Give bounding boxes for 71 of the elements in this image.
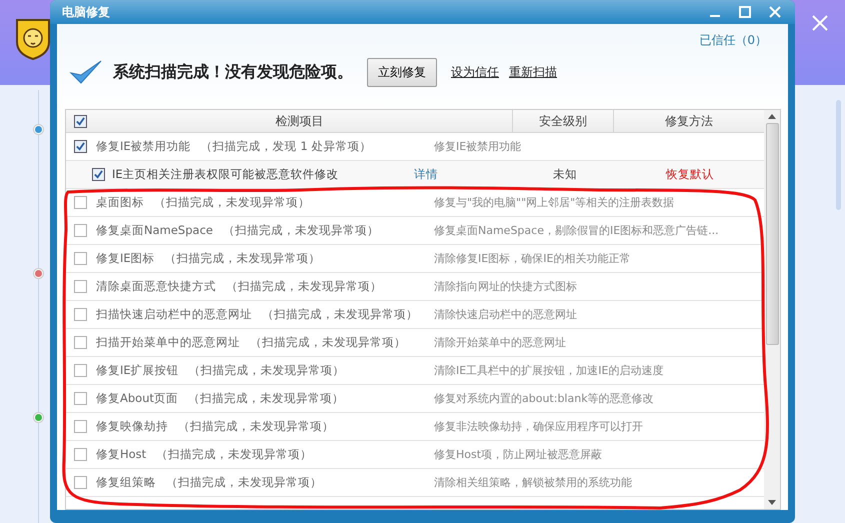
scan-status: （扫描完成，未发现异常项） bbox=[156, 447, 312, 462]
action-link[interactable]: 重新扫描 bbox=[509, 64, 557, 80]
scan-status: （扫描完成，未发现异常项） bbox=[154, 195, 310, 210]
trusted-link[interactable]: 已信任（0） bbox=[699, 32, 767, 49]
fix-now-button[interactable]: 立刻修复 bbox=[367, 58, 437, 86]
item-description: 清除指向网址的快捷方式图标 bbox=[434, 279, 577, 294]
item-description: 修复IE被禁用功能 bbox=[434, 139, 522, 154]
item-name: 修复Host bbox=[96, 447, 146, 462]
row-checkbox[interactable] bbox=[74, 224, 87, 237]
scan-status: （扫描完成，未发现异常项） bbox=[164, 251, 321, 266]
item-description: 修复非法映像劫持，确保应用程序可以打开 bbox=[434, 419, 643, 434]
scan-status: （扫描完成，未发现异常项） bbox=[178, 419, 334, 434]
item-description: 清除快速启动栏中的恶意网址 bbox=[434, 307, 577, 322]
close-icon[interactable] bbox=[811, 14, 829, 32]
item-description: 清除相关组策略，解锁被禁用的系统功能 bbox=[434, 475, 632, 490]
row-checkbox[interactable] bbox=[74, 336, 87, 349]
action-link[interactable]: 设为信任 bbox=[451, 64, 499, 80]
select-all-checkbox[interactable] bbox=[74, 114, 87, 128]
item-name: 修复IE被禁用功能 bbox=[96, 139, 191, 154]
row-checkbox[interactable] bbox=[74, 364, 87, 377]
item-name: 修复桌面NameSpace bbox=[96, 223, 213, 238]
scan-status: （扫描完成，未发现异常项） bbox=[250, 335, 406, 350]
item-name: 扫描开始菜单中的恶意网址 bbox=[96, 335, 240, 350]
scan-status: （扫描完成，未发现异常项） bbox=[222, 223, 379, 238]
item-name: 修复IE扩展按钮 bbox=[96, 363, 179, 378]
column-header: 检测项目 bbox=[274, 112, 324, 130]
item-description: 修复与"我的电脑""网上邻居"等相关的注册表数据 bbox=[434, 195, 674, 210]
item-description: 修复对系统内置的about:blank等的恶意修改 bbox=[434, 391, 654, 406]
scan-status: （扫描完成，发现 1 处异常项） bbox=[200, 139, 372, 154]
repair-method-link[interactable]: 恢复默认 bbox=[615, 167, 765, 182]
scroll-up-icon[interactable] bbox=[768, 114, 776, 119]
scroll-down-icon[interactable] bbox=[768, 500, 776, 505]
row-checkbox[interactable] bbox=[74, 196, 87, 209]
item-name: 清除桌面恶意快捷方式 bbox=[96, 279, 216, 294]
row-checkbox[interactable] bbox=[92, 168, 105, 181]
item-description: 清除IE工具栏中的扩展按钮，加速IE的启动速度 bbox=[434, 363, 664, 378]
column-header: 修复方法 bbox=[665, 112, 713, 130]
scan-status: （扫描完成，未发现异常项） bbox=[166, 475, 322, 490]
window-title: 电脑修复 bbox=[62, 4, 110, 20]
scan-status: （扫描完成，未发现异常项） bbox=[188, 363, 345, 378]
row-checkbox[interactable] bbox=[74, 392, 87, 405]
item-description: 修复Host项，防止网址被恶意屏蔽 bbox=[434, 447, 602, 462]
item-name: 扫描快速启动栏中的恶意网址 bbox=[96, 307, 252, 322]
scrollbar-thumb[interactable] bbox=[766, 123, 778, 345]
row-checkbox[interactable] bbox=[74, 280, 87, 293]
row-checkbox[interactable] bbox=[74, 476, 87, 489]
item-name: 修复映像劫持 bbox=[96, 419, 168, 434]
item-name: 修复组策略 bbox=[96, 475, 156, 490]
item-description: 清除开始菜单中的恶意网址 bbox=[434, 335, 566, 350]
scan-status: （扫描完成，未发现异常项） bbox=[188, 391, 344, 406]
item-name: 修复About页面 bbox=[96, 391, 178, 406]
column-header: 安全级别 bbox=[539, 112, 587, 130]
scrollbar[interactable] bbox=[764, 110, 780, 509]
status-message: 系统扫描完成！没有发现危险项。 bbox=[113, 62, 353, 82]
row-checkbox[interactable] bbox=[74, 252, 87, 265]
scan-status: （扫描完成，未发现异常项） bbox=[262, 307, 418, 322]
details-link[interactable]: 详情 bbox=[414, 167, 438, 182]
scan-status: （扫描完成，未发现异常项） bbox=[226, 279, 382, 294]
row-checkbox[interactable] bbox=[74, 308, 87, 321]
safety-level: 未知 bbox=[552, 167, 578, 182]
item-name: 修复IE图标 bbox=[96, 251, 155, 266]
maximize-icon[interactable] bbox=[739, 6, 751, 18]
checkmark-icon bbox=[69, 58, 103, 86]
row-checkbox[interactable] bbox=[74, 448, 87, 461]
row-checkbox[interactable] bbox=[74, 140, 87, 153]
item-description: 清除修复IE图标，确保IE的相关功能正常 bbox=[434, 251, 630, 266]
issue-name: IE主页相关注册表权限可能被恶意软件修改 bbox=[112, 167, 340, 182]
item-name: 桌面图标 bbox=[96, 195, 144, 210]
row-checkbox[interactable] bbox=[74, 420, 87, 433]
close-icon[interactable] bbox=[769, 6, 781, 18]
item-description: 修复桌面NameSpace，剔除假冒的IE图标和恶意广告链... bbox=[434, 223, 719, 238]
